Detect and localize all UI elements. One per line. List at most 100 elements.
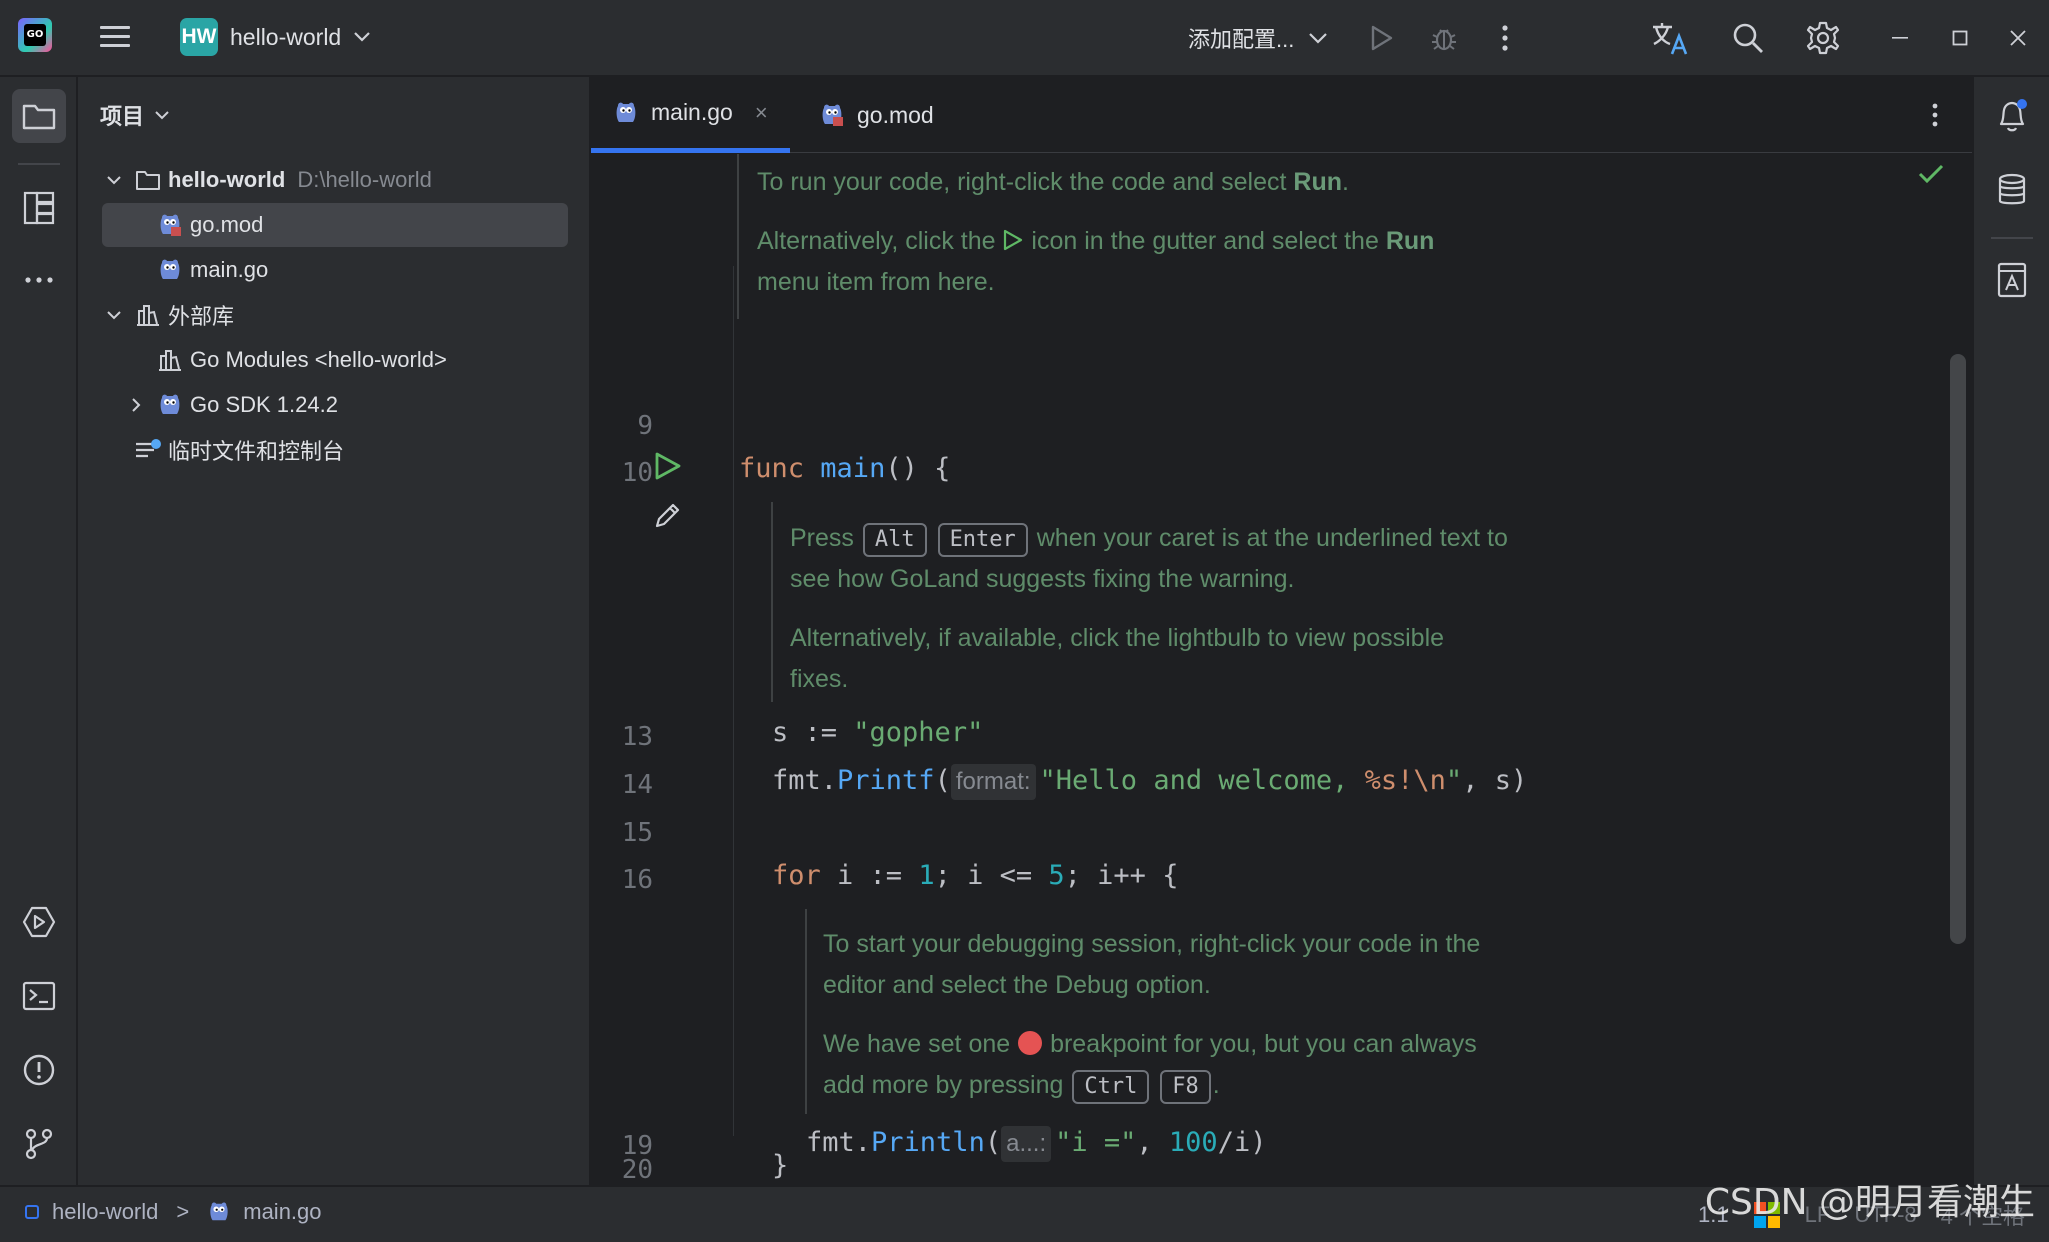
gopher-icon — [156, 391, 184, 419]
library-icon — [156, 346, 184, 374]
terminal-icon — [22, 981, 56, 1011]
chevron-right-icon[interactable] — [124, 393, 148, 417]
tree-item-label: Go SDK 1.24.2 — [190, 392, 338, 417]
more-tools-button[interactable] — [12, 253, 66, 307]
tree-item-go-mod[interactable]: go.mod — [102, 203, 568, 247]
pencil-icon[interactable] — [653, 500, 683, 535]
notifications-button[interactable] — [1985, 89, 2039, 143]
doc-comment-intentions: Press Alt Enter when your caret is at th… — [790, 523, 1508, 693]
tree-item-label: 临时文件和控制台 — [168, 439, 345, 464]
git-tool-button[interactable] — [12, 1117, 66, 1171]
folder-icon — [134, 166, 162, 194]
close-icon[interactable] — [1998, 18, 2038, 58]
hamburger-menu-icon[interactable] — [96, 18, 134, 56]
run-config-dropdown[interactable]: 添加配置... — [1188, 18, 1328, 58]
terminal-tool-button[interactable] — [12, 969, 66, 1023]
database-icon — [1998, 173, 2026, 205]
status-bar-widgets: 1:1 LF UTF-8 4 个空格 CSDN @明月看潮生 — [1698, 1182, 2049, 1242]
database-button[interactable] — [1985, 163, 2039, 217]
debug-icon[interactable] — [1424, 18, 1464, 58]
project-switcher[interactable]: HW hello-world — [180, 16, 371, 58]
line-number: 10 — [621, 458, 653, 488]
tree-item-go-sdk[interactable]: Go SDK 1.24.2 — [102, 383, 568, 427]
title-bar: GO HW hello-world 添加配置... — [0, 0, 2049, 76]
breadcrumb: hello-world > main.go — [24, 1199, 322, 1225]
goland-logo[interactable]: GO — [18, 18, 52, 52]
left-tool-strip — [0, 77, 77, 1185]
library-icon — [134, 301, 162, 329]
maximize-icon[interactable] — [1940, 18, 1980, 58]
breadcrumb-project[interactable]: hello-world — [52, 1199, 158, 1225]
line-number: 14 — [621, 770, 653, 800]
code-line-10: func main() { — [739, 453, 951, 484]
translate-icon[interactable] — [1648, 16, 1692, 60]
editor: main.go × go.mod To run your code, right… — [591, 77, 1972, 1185]
run-gutter-icon[interactable] — [653, 450, 683, 487]
watermark: CSDN @明月看潮生 — [1704, 1182, 2035, 1223]
more-vertical-icon[interactable] — [1490, 18, 1520, 58]
tree-item-path: D:\hello-world — [297, 167, 432, 192]
code-line-14: fmt.Printf(format: "Hello and welcome, %s… — [772, 764, 1527, 800]
run-config-label: 添加配置... — [1188, 27, 1295, 52]
tab-go-mod[interactable]: go.mod — [797, 77, 956, 153]
problems-icon — [23, 1054, 55, 1086]
scratches-icon — [134, 436, 162, 464]
tree-item-label: main.go — [190, 257, 269, 282]
git-icon — [25, 1128, 53, 1160]
tab-label: main.go — [651, 99, 733, 125]
structure-tool-button[interactable] — [12, 181, 66, 235]
project-panel: 项目 hello-world D:\hello-world go.mod mai… — [78, 77, 590, 1185]
project-badge: HW — [180, 18, 218, 56]
breadcrumb-file[interactable]: main.go — [243, 1199, 321, 1225]
gopher-icon — [822, 104, 843, 126]
ai-assistant-button[interactable] — [1985, 253, 2039, 307]
tree-item-hello-world[interactable]: hello-world D:\hello-world — [102, 158, 568, 202]
tree-item-go-modules[interactable]: Go Modules <hello-world> — [102, 338, 568, 382]
checkmark-icon[interactable] — [1918, 164, 1944, 189]
tree-item-scratches[interactable]: 临时文件和控制台 — [102, 428, 568, 472]
more-horizontal-icon — [25, 277, 53, 283]
breakpoint-icon — [1018, 1031, 1043, 1055]
editor-scrollbar[interactable] — [1950, 354, 1966, 944]
code-line-20: } — [772, 1150, 789, 1181]
project-name: hello-world — [230, 23, 342, 50]
chevron-down-icon[interactable] — [102, 303, 126, 327]
bell-icon — [1999, 99, 2027, 132]
search-icon[interactable] — [1726, 16, 1770, 60]
project-panel-header[interactable]: 项目 — [100, 99, 170, 131]
problems-tool-button[interactable] — [12, 1043, 66, 1097]
tab-close-icon[interactable]: × — [755, 100, 768, 126]
line-number: 9 — [637, 411, 653, 441]
doc-comment-bar — [771, 502, 773, 702]
project-tool-button[interactable] — [12, 89, 66, 143]
gopher-icon — [616, 102, 636, 122]
line-number: 13 — [621, 722, 653, 752]
tab-main-go[interactable]: main.go × — [591, 77, 790, 153]
tree-item-external-libraries[interactable]: 外部库 — [102, 293, 568, 337]
code-line-19: fmt.Println(a...: "i =", 100/i) — [806, 1126, 1266, 1162]
code-area[interactable]: To run your code, right-click the code a… — [591, 154, 1972, 1185]
doc-comment-debug: To start your debugging session, right-c… — [823, 924, 1480, 1106]
structure-icon — [23, 191, 55, 225]
breadcrumb-separator: > — [176, 1199, 190, 1224]
chevron-down-icon[interactable] — [102, 168, 126, 192]
parameter-hint: a...: — [1001, 1126, 1052, 1162]
tree-item-main-go[interactable]: main.go — [102, 248, 568, 292]
doc-comment-bar — [737, 154, 739, 319]
gopher-icon — [210, 1202, 228, 1221]
run-icon[interactable] — [1362, 18, 1402, 58]
tab-label: go.mod — [857, 101, 934, 128]
line-number: 15 — [621, 818, 653, 848]
tree-item-label: Go Modules <hello-world> — [190, 347, 447, 372]
gear-icon[interactable] — [1801, 16, 1845, 60]
more-vertical-icon[interactable] — [1920, 97, 1950, 133]
gopher-icon — [156, 211, 184, 239]
status-bar: hello-world > main.go 1:1 LF UTF-8 4 个空格… — [0, 1182, 2049, 1242]
chevron-down-icon — [354, 32, 370, 42]
minimize-icon[interactable] — [1880, 18, 1920, 58]
services-tool-button[interactable] — [12, 895, 66, 949]
editor-tab-bar: main.go × go.mod — [591, 77, 1972, 153]
chevron-down-icon — [1309, 33, 1328, 44]
doc-comment-bar — [805, 909, 807, 1114]
code-line-13: s := "gopher" — [772, 717, 984, 748]
